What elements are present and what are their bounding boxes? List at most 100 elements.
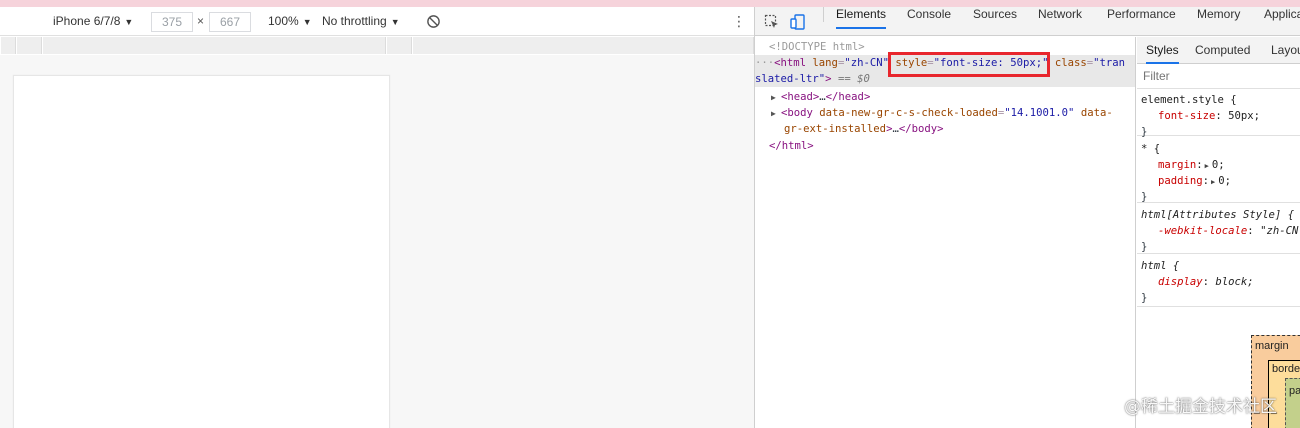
more-options-icon[interactable]: ⋮ <box>732 7 746 36</box>
caret-down-icon: ▼ <box>124 17 134 27</box>
rule-declaration[interactable]: font-size: 50px; <box>1137 108 1300 124</box>
html-lang-attr-value: "zh-CN" <box>844 57 889 69</box>
prop-name: display <box>1158 276 1203 288</box>
media-query-segment[interactable] <box>16 37 42 54</box>
watermark: @稀土掘金技术社区 <box>1124 397 1277 417</box>
head-close-tag: </head> <box>825 91 871 103</box>
html-style-attr-value[interactable]: "font-size: 50px; <box>934 57 1042 69</box>
html-end-tag: </html> <box>769 140 814 152</box>
rule-close-brace: } <box>1141 292 1148 304</box>
prop-name[interactable]: margin <box>1158 159 1196 171</box>
selected-eq-marker: == <box>831 73 858 85</box>
tab-console[interactable]: Console <box>907 0 951 29</box>
body-attr1-value: "14.1001.0" <box>1004 107 1075 119</box>
html-lang-attr-name: lang <box>812 57 838 69</box>
device-toolbar-icon[interactable] <box>790 14 806 30</box>
styles-filter-input[interactable] <box>1143 68 1293 85</box>
rule-declaration[interactable]: margin: ▶ 0; <box>1137 157 1300 173</box>
prop-name[interactable]: padding <box>1158 175 1203 187</box>
caret-down-icon: ▼ <box>302 17 312 27</box>
device-select[interactable]: iPhone 6/7/8 ▼ <box>53 7 133 36</box>
html-attr-selector: html[Attributes Style] { <box>1141 209 1295 221</box>
tab-network[interactable]: Network <box>1038 0 1082 29</box>
media-query-segment[interactable] <box>0 37 16 54</box>
box-model-margin-label: margin <box>1255 340 1289 352</box>
prop-name[interactable]: font-size <box>1158 110 1215 122</box>
rule-universal: * { margin: ▶ 0; padding: ▶ 0; } <box>1137 137 1300 203</box>
tab-separator <box>823 7 824 22</box>
expand-arrow-icon[interactable]: ▶ <box>1211 178 1215 186</box>
html-tag-open: <html <box>774 57 807 69</box>
body-attr2-name-a: data- <box>1080 107 1113 119</box>
styles-sidebar-tabs: Styles Computed Layou <box>1137 37 1300 64</box>
rule-declaration: display: block; <box>1158 276 1254 288</box>
tab-application[interactable]: Applica <box>1264 0 1300 29</box>
dom-body-line-wrap[interactable]: gr-ext-installed>…</body> <box>784 121 944 137</box>
prop-value[interactable]: 0; <box>1212 159 1225 171</box>
throttling-select-label: No throttling <box>322 14 387 28</box>
rule-declaration[interactable]: padding: ▶ 0; <box>1137 173 1300 189</box>
tab-layout[interactable]: Layou <box>1271 37 1300 64</box>
prop-value: block; <box>1215 276 1254 288</box>
body-attr1-name: data-new-gr-c-s-check-loaded <box>819 107 998 119</box>
prop-name: -webkit-locale <box>1158 225 1248 237</box>
body-attr2-name-b: gr-ext-installed <box>784 123 887 135</box>
zoom-select[interactable]: 100% ▼ <box>268 7 312 36</box>
height-input[interactable]: 667 <box>209 12 251 32</box>
rule-declaration: -webkit-locale: "zh-CN <box>1158 225 1299 237</box>
media-query-segment[interactable] <box>42 37 386 54</box>
box-model-padding-label: pa <box>1289 385 1300 397</box>
html-selector: html { <box>1141 260 1180 272</box>
tab-elements[interactable]: Elements <box>836 0 887 29</box>
html-style-attr-quote-end: " <box>1042 57 1049 69</box>
selected-dollar-marker: $0 <box>857 73 870 85</box>
prop-value[interactable]: 50px; <box>1228 110 1260 122</box>
universal-selector: * { <box>1141 143 1161 155</box>
doctype-text: <!DOCTYPE html> <box>769 41 865 53</box>
rule-html-useragent: html { display: block; } <box>1137 255 1300 307</box>
tab-computed[interactable]: Computed <box>1195 37 1250 64</box>
width-input[interactable]: 375 <box>151 12 193 32</box>
rule-selector: element.style { <box>1137 92 1300 108</box>
rule-selector: html { <box>1137 258 1300 274</box>
dimension-times-sign: × <box>197 14 205 28</box>
dom-head-line[interactable]: ▶ <head>…</head> <box>771 89 870 105</box>
filter-row <box>1137 64 1300 89</box>
tab-sources[interactable]: Sources <box>973 0 1017 29</box>
media-query-segment[interactable] <box>412 37 754 54</box>
html-style-attr-name[interactable]: style <box>895 57 927 69</box>
tab-memory[interactable]: Memory <box>1197 0 1240 29</box>
zoom-select-label: 100% <box>268 14 299 28</box>
rule-selector: * { <box>1137 141 1300 157</box>
element-style-selector: element.style { <box>1141 94 1237 106</box>
rule-close-brace: } <box>1141 191 1148 203</box>
device-emulation-pane: iPhone 6/7/8 ▼ 375 × 667 100% ▼ No throttl… <box>0 7 755 428</box>
media-query-bar[interactable] <box>0 37 754 54</box>
tab-performance[interactable]: Performance <box>1107 0 1176 29</box>
dom-html-line[interactable]: ···<html lang="zh-CN" style="font-size: … <box>755 55 1135 71</box>
expand-triangle-icon[interactable]: ▶ <box>771 90 781 106</box>
device-screen[interactable] <box>13 75 390 428</box>
html-class-attr-value-b: slated-ltr" <box>755 73 826 85</box>
expand-arrow-icon[interactable]: ▶ <box>1205 162 1209 170</box>
inspect-element-icon[interactable] <box>764 14 780 30</box>
device-toolbar: iPhone 6/7/8 ▼ 375 × 667 100% ▼ No throttl… <box>0 7 754 36</box>
browser-top-strip <box>0 0 1300 7</box>
expand-triangle-icon[interactable]: ▶ <box>771 106 781 122</box>
prop-value[interactable]: 0; <box>1218 175 1231 187</box>
body-end-tag: </body> <box>898 123 944 135</box>
elements-dom-tree: <!DOCTYPE html> ···<html lang="zh-CN" st… <box>755 37 1136 428</box>
rule-selector: html[Attributes Style] { <box>1137 207 1300 223</box>
media-query-segment[interactable] <box>386 37 412 54</box>
body-open-tag: <body <box>781 107 813 119</box>
tab-styles[interactable]: Styles <box>1146 37 1179 64</box>
more-dots-icon[interactable]: ··· <box>755 57 774 69</box>
dom-body-line[interactable]: ▶ <body data-new-gr-c-s-check-loaded="14.… <box>771 105 1113 121</box>
dom-html-line-wrap[interactable]: slated-ltr"> == $0 <box>755 71 1135 87</box>
dom-doctype-line[interactable]: <!DOCTYPE html> <box>769 39 865 55</box>
rotate-icon[interactable] <box>426 14 441 29</box>
prop-value: "zh-CN <box>1260 225 1299 237</box>
device-select-label: iPhone 6/7/8 <box>53 14 121 28</box>
dom-html-close-line[interactable]: </html> <box>769 138 814 154</box>
throttling-select[interactable]: No throttling ▼ <box>322 7 400 36</box>
